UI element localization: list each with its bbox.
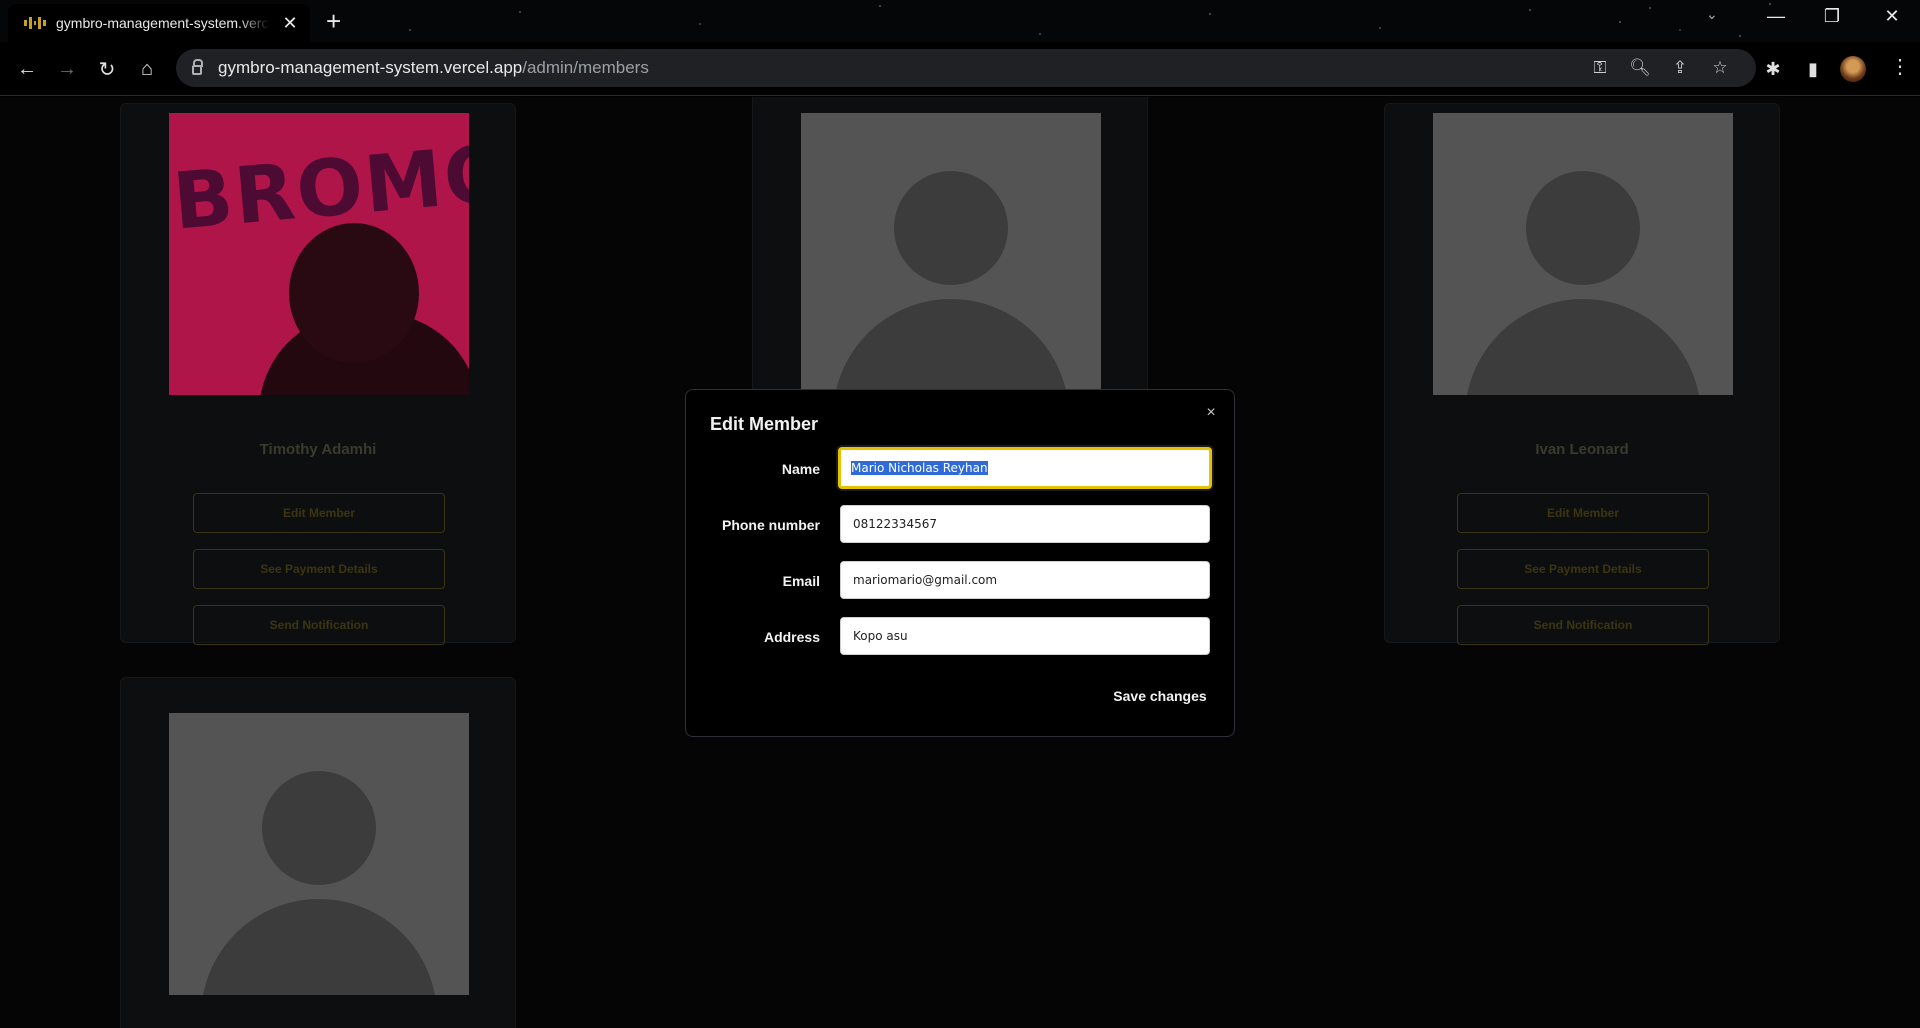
name-label: Name xyxy=(781,461,820,477)
name-field[interactable] xyxy=(838,447,1212,489)
member-name: Ivan Leonard xyxy=(1535,441,1629,458)
avatar-placeholder-icon xyxy=(169,713,469,995)
address-label: Address xyxy=(763,629,820,645)
member-photo: BROMO xyxy=(169,113,469,395)
edit-member-button[interactable]: Edit Member xyxy=(193,493,445,533)
member-card: BROMO Timothy Adamhi Edit Member See Pay… xyxy=(120,103,516,645)
send-notification-button[interactable]: Send Notification xyxy=(193,605,445,645)
url-host: gymbro-management-system.vercel.app xyxy=(218,58,523,77)
email-label: Email xyxy=(782,573,820,589)
back-icon[interactable]: ← xyxy=(12,54,42,84)
bromo-logo: BROMO xyxy=(169,128,469,248)
tab-search-icon[interactable]: ⌄ xyxy=(1706,6,1718,23)
browser-toolbar: ← → ↻ ⌂ gymbro-management-system.vercel.… xyxy=(0,42,1920,96)
gym-favicon-icon xyxy=(24,16,46,30)
home-icon[interactable]: ⌂ xyxy=(132,54,162,84)
key-icon[interactable]: ⚿ xyxy=(1588,56,1612,80)
address-bar[interactable]: gymbro-management-system.vercel.app/admi… xyxy=(176,49,1756,87)
address-field[interactable] xyxy=(840,617,1210,655)
restore-icon[interactable]: ❐ xyxy=(1812,6,1852,27)
url-path: /admin/members xyxy=(522,58,649,77)
edit-member-button[interactable]: Edit Member xyxy=(1457,493,1709,533)
avatar-placeholder-icon xyxy=(801,113,1101,395)
save-changes-button[interactable]: Save changes xyxy=(1108,682,1212,710)
zoom-icon[interactable]: 🔍︎ xyxy=(1628,56,1652,80)
dialog-title: Edit Member xyxy=(710,414,819,434)
member-card xyxy=(752,97,1148,407)
tab-title: gymbro-management-system.vercel.app/admi… xyxy=(56,15,270,31)
new-tab-icon[interactable]: + xyxy=(326,6,341,36)
email-field[interactable] xyxy=(840,561,1210,599)
side-panel-icon[interactable]: ▮ xyxy=(1798,54,1828,84)
reload-icon[interactable]: ↻ xyxy=(92,54,122,84)
extensions-icon[interactable]: ✱ xyxy=(1758,54,1788,84)
phone-field[interactable] xyxy=(840,505,1210,543)
browser-tab[interactable]: gymbro-management-system.vercel.app/admi… xyxy=(8,4,310,42)
minimize-icon[interactable]: — xyxy=(1756,6,1796,27)
member-card xyxy=(120,677,516,1028)
lock-icon[interactable] xyxy=(192,59,203,75)
phone-label: Phone number xyxy=(721,517,820,533)
send-notification-button[interactable]: Send Notification xyxy=(1457,605,1709,645)
avatar-placeholder-icon xyxy=(1433,113,1733,395)
payment-details-button[interactable]: See Payment Details xyxy=(1457,549,1709,589)
menu-kebab-icon[interactable]: ⋮ xyxy=(1890,54,1910,84)
close-icon[interactable]: × xyxy=(1202,404,1220,422)
tab-close-icon[interactable]: ✕ xyxy=(280,13,300,34)
window-close-icon[interactable]: ✕ xyxy=(1872,6,1912,27)
bookmark-star-icon[interactable]: ☆ xyxy=(1708,56,1732,80)
browser-titlebar: gymbro-management-system.vercel.app/admi… xyxy=(0,0,1920,42)
member-card: Ivan Leonard Edit Member See Payment Det… xyxy=(1384,103,1780,645)
forward-icon[interactable]: → xyxy=(52,54,82,84)
payment-details-button[interactable]: See Payment Details xyxy=(193,549,445,589)
profile-avatar[interactable] xyxy=(1840,56,1866,82)
share-icon[interactable]: ⇪ xyxy=(1668,56,1692,80)
member-name: Timothy Adamhi xyxy=(259,441,377,458)
edit-member-dialog: Edit Member × Name Phone number Email Ad… xyxy=(685,389,1235,737)
